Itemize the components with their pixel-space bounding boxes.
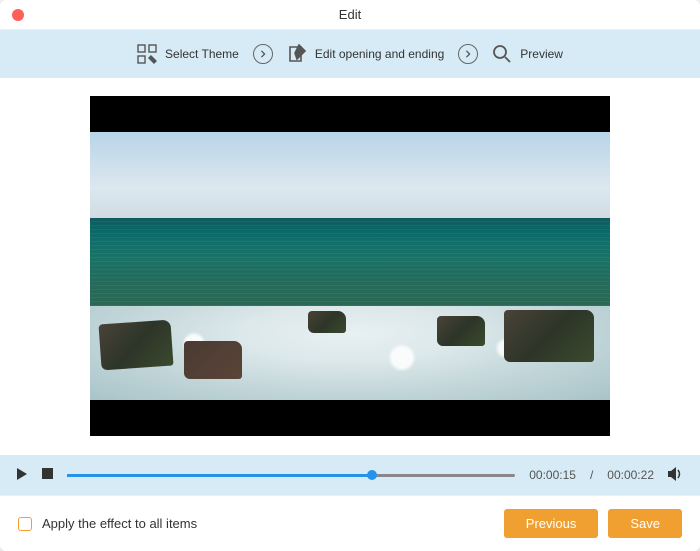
magnifier-icon xyxy=(492,44,512,64)
previous-button[interactable]: Previous xyxy=(504,509,599,538)
edit-pencil-icon xyxy=(287,44,307,64)
step-toolbar: Select Theme Edit opening and ending xyxy=(0,30,700,78)
apply-all-checkbox[interactable] xyxy=(18,517,32,531)
progress-slider[interactable] xyxy=(67,474,515,477)
stop-button[interactable] xyxy=(42,468,53,482)
time-separator: / xyxy=(590,468,593,482)
volume-button[interactable] xyxy=(668,467,684,484)
progress-thumb[interactable] xyxy=(367,470,377,480)
play-button[interactable] xyxy=(16,467,28,484)
current-time: 00:00:15 xyxy=(529,468,576,482)
theme-grid-icon xyxy=(137,44,157,64)
select-theme-label: Select Theme xyxy=(165,47,239,61)
playback-controls: 00:00:15 / 00:00:22 xyxy=(0,455,700,495)
step-next-2[interactable] xyxy=(458,44,478,64)
letterbox-top xyxy=(90,96,610,132)
preview-button[interactable]: Preview xyxy=(492,44,563,64)
progress-fill xyxy=(67,474,372,477)
select-theme-button[interactable]: Select Theme xyxy=(137,44,239,64)
letterbox-bottom xyxy=(90,400,610,436)
video-preview[interactable] xyxy=(90,96,610,436)
edit-opening-label: Edit opening and ending xyxy=(315,47,444,61)
play-icon xyxy=(16,467,28,484)
edit-opening-button[interactable]: Edit opening and ending xyxy=(287,44,444,64)
edit-window: Edit Select Theme xyxy=(0,0,700,551)
total-time: 00:00:22 xyxy=(607,468,654,482)
volume-icon xyxy=(668,467,684,484)
preview-label: Preview xyxy=(520,47,563,61)
window-title: Edit xyxy=(0,7,700,22)
stop-icon xyxy=(42,468,53,482)
apply-all-label: Apply the effect to all items xyxy=(42,516,197,531)
footer: Apply the effect to all items Previous S… xyxy=(0,495,700,551)
save-button[interactable]: Save xyxy=(608,509,682,538)
chevron-right-icon xyxy=(259,45,267,63)
chevron-right-icon xyxy=(464,45,472,63)
video-area xyxy=(0,78,700,455)
video-content xyxy=(90,132,610,400)
titlebar: Edit xyxy=(0,0,700,30)
step-next-1[interactable] xyxy=(253,44,273,64)
